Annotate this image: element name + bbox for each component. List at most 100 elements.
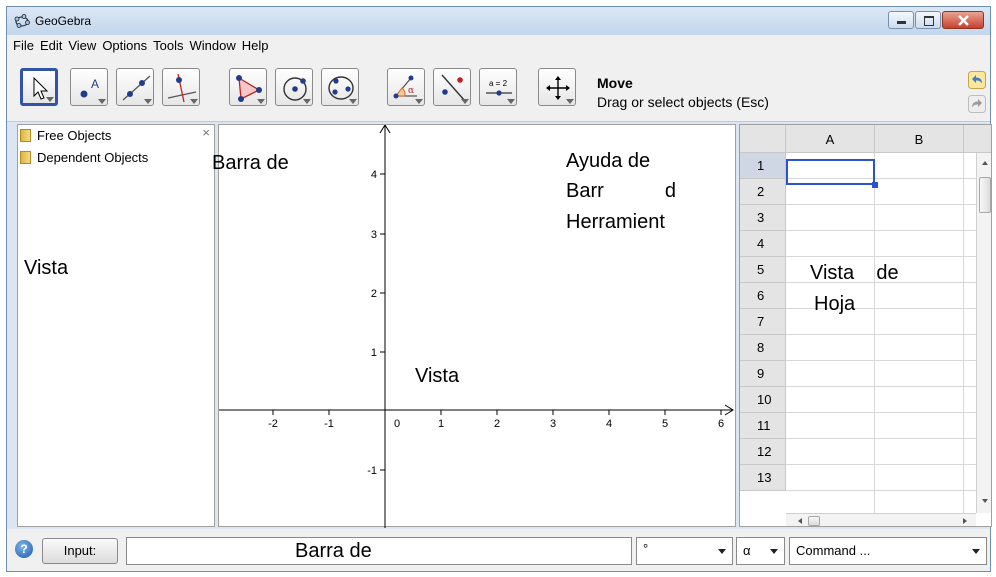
scroll-left-icon[interactable] (798, 518, 802, 524)
grid-line (786, 360, 976, 361)
help-icon[interactable]: ? (15, 540, 33, 558)
scroll-down-icon[interactable] (982, 499, 988, 503)
vertical-scrollbar[interactable] (976, 153, 991, 513)
menu-bar: File Edit View Options Tools Window Help (7, 35, 990, 55)
input-help-button[interactable]: Input: (42, 538, 118, 564)
move-graphics-view-tool[interactable] (538, 68, 576, 106)
grid-line (874, 153, 875, 513)
x-tick-label: 3 (550, 418, 556, 430)
move-tool[interactable] (20, 68, 58, 106)
row-header[interactable]: 9 (740, 361, 786, 387)
horizontal-scrollbar[interactable] (786, 513, 976, 526)
slider-tool[interactable]: a = 2 (479, 68, 517, 106)
grid-line (786, 334, 976, 335)
spreadsheet-view[interactable]: A B 1 2 3 4 5 6 7 8 9 10 11 12 13 Vista … (739, 124, 992, 527)
row-header[interactable]: 2 (740, 179, 786, 205)
row-header[interactable]: 12 (740, 439, 786, 465)
chevron-down-icon (770, 549, 778, 554)
command-select[interactable]: Command ... (789, 537, 987, 565)
perpendicular-line-tool[interactable] (162, 68, 200, 106)
row-header[interactable]: 1 (740, 153, 786, 179)
undo-icon[interactable] (968, 71, 986, 89)
menu-options[interactable]: Options (99, 38, 150, 53)
y-tick-label: 2 (371, 288, 377, 300)
grid-line (786, 204, 976, 205)
close-icon (958, 15, 969, 26)
scroll-right-icon[interactable] (963, 518, 967, 524)
title-bar: GeoGebra (7, 7, 990, 35)
circle-tool[interactable] (275, 68, 313, 106)
row-header[interactable]: 13 (740, 465, 786, 491)
y-tick-label: 3 (371, 229, 377, 241)
row-header[interactable]: 10 (740, 387, 786, 413)
grid-line (786, 256, 976, 257)
x-tick-label: 1 (438, 418, 444, 430)
line-tool[interactable] (116, 68, 154, 106)
point-tool[interactable]: A (70, 68, 108, 106)
overlay-label-vista-de: Vista de (810, 262, 899, 284)
degree-symbol-value: ° (643, 541, 649, 556)
window-title: GeoGebra (35, 14, 92, 28)
menu-view[interactable]: View (65, 38, 99, 53)
menu-tools[interactable]: Tools (150, 38, 186, 53)
menu-edit[interactable]: Edit (37, 38, 65, 53)
column-header-a[interactable]: A (786, 125, 875, 153)
redo-icon[interactable] (968, 95, 986, 113)
polygon-tool[interactable] (229, 68, 267, 106)
reflect-tool[interactable] (433, 68, 471, 106)
row-header[interactable]: 11 (740, 413, 786, 439)
conic-tool[interactable] (321, 68, 359, 106)
chevron-down-icon (972, 549, 980, 554)
menu-file[interactable]: File (10, 38, 37, 53)
tool-help-title: Move (597, 75, 633, 91)
close-view-icon[interactable]: × (202, 125, 210, 140)
toolbar: A α a = 2 Move Drag or select objects (E… (7, 55, 990, 122)
svg-text:A: A (91, 77, 99, 91)
x-tick-label: -1 (324, 418, 334, 430)
y-tick-label: 4 (371, 169, 377, 181)
overlay-label-vista-left: Vista (24, 257, 69, 279)
maximize-icon (924, 16, 934, 26)
tree-item-label: Dependent Objects (37, 149, 149, 165)
input-field[interactable]: Barra de (126, 537, 632, 565)
scrollbar-thumb[interactable] (979, 177, 991, 213)
overlay-label-barr-d: Barr d (566, 180, 677, 202)
column-header-b[interactable]: B (875, 125, 964, 153)
minimize-button[interactable] (888, 11, 914, 29)
greek-symbol-select[interactable]: α (736, 537, 785, 565)
row-header[interactable]: 5 (740, 257, 786, 283)
close-button[interactable] (942, 11, 984, 29)
fill-handle[interactable] (872, 182, 878, 188)
row-header[interactable]: 8 (740, 335, 786, 361)
menu-window[interactable]: Window (186, 38, 238, 53)
folder-icon (20, 150, 31, 164)
folder-icon (20, 128, 31, 142)
x-tick-label: 0 (394, 418, 400, 430)
chevron-down-icon (718, 549, 726, 554)
tree-item-dependent-objects[interactable]: Dependent Objects (20, 148, 148, 166)
greek-symbol-value: α (743, 543, 751, 558)
grid-line (963, 153, 964, 513)
grid-line (786, 412, 976, 413)
svg-text:α: α (408, 86, 414, 96)
grid-line (786, 464, 976, 465)
row-header[interactable]: 6 (740, 283, 786, 309)
selected-cell-a1[interactable] (786, 159, 875, 185)
menu-help[interactable]: Help (239, 38, 272, 53)
graphics-view[interactable]: -2 -1 0 1 2 3 4 5 6 4 3 2 1 -1 Barra de … (212, 124, 736, 528)
grid-line (786, 386, 976, 387)
maximize-button[interactable] (915, 11, 941, 29)
command-select-value: Command ... (796, 543, 871, 558)
degree-symbol-select[interactable]: ° (636, 537, 733, 565)
tree-item-free-objects[interactable]: Free Objects (20, 126, 111, 144)
scroll-up-icon[interactable] (982, 161, 988, 165)
row-header[interactable]: 4 (740, 231, 786, 257)
angle-tool[interactable]: α (387, 68, 425, 106)
slider-icon-label: a = 2 (489, 79, 508, 88)
scrollbar-thumb[interactable] (808, 516, 820, 526)
grid-line (786, 230, 976, 231)
x-tick-label: -2 (268, 418, 278, 430)
minimize-icon (897, 21, 906, 24)
row-header[interactable]: 3 (740, 205, 786, 231)
row-header[interactable]: 7 (740, 309, 786, 335)
